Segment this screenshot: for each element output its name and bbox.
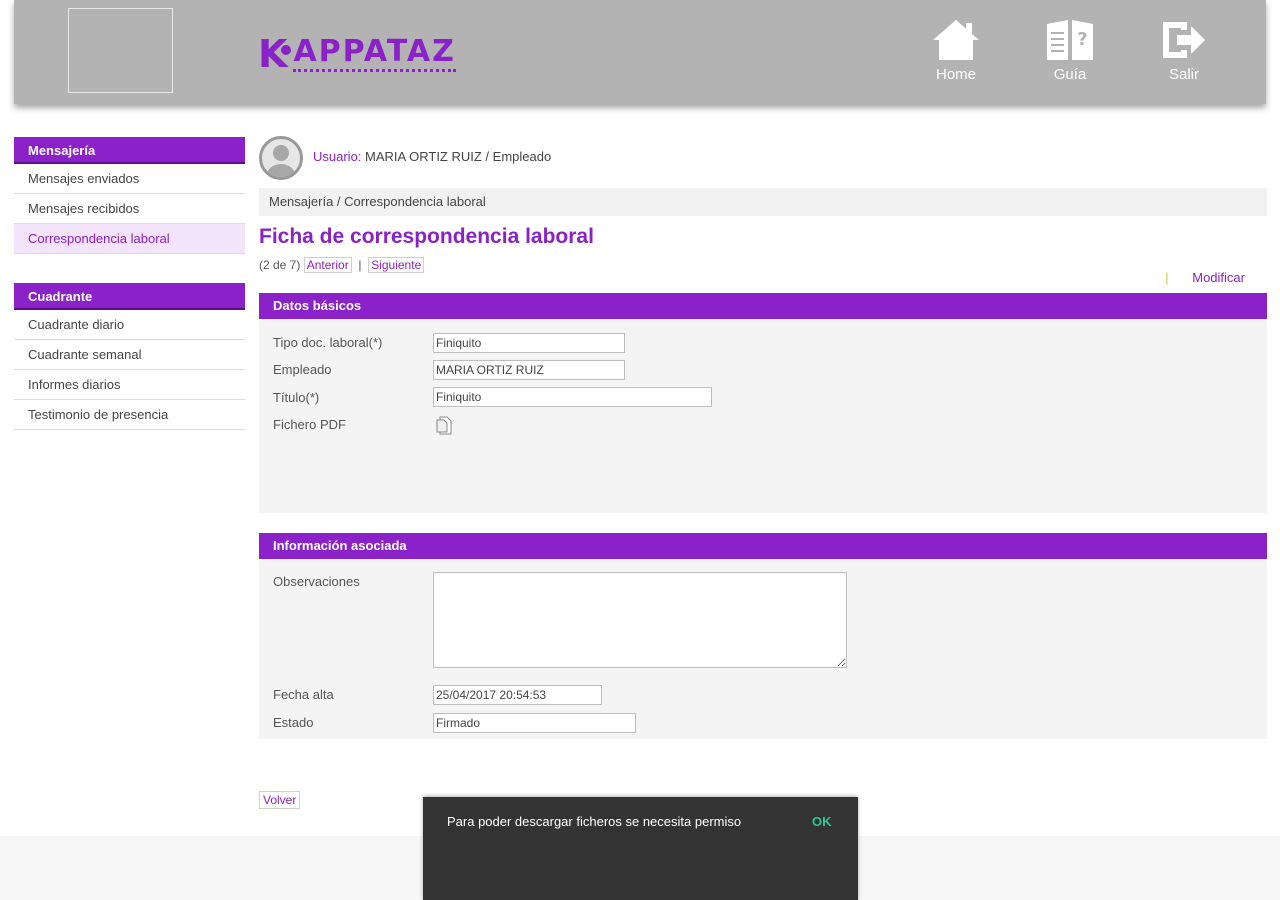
attachment-file-icon[interactable]: [435, 415, 453, 435]
sidebar-group-title: Mensajería: [14, 137, 245, 164]
pager-position: (2 de 7): [259, 258, 301, 272]
pager-separator: |: [358, 258, 362, 272]
sidebar-item-mensajes-recibidos[interactable]: Mensajes recibidos: [14, 194, 245, 224]
tipo-doc-label: Tipo doc. laboral(*): [273, 335, 383, 350]
sidebar-item-cuadrante-semanal[interactable]: Cuadrante semanal: [14, 340, 245, 370]
pager-next-link[interactable]: Siguiente: [368, 257, 425, 273]
modify-action: | Modificar: [1165, 270, 1245, 285]
section-info-body: Observaciones Fecha alta Estado: [259, 559, 1267, 739]
estado-field[interactable]: [433, 713, 636, 733]
fecha-alta-field[interactable]: [433, 685, 602, 705]
snackbar-ok-button[interactable]: OK: [812, 814, 832, 829]
permission-snackbar: Para poder descargar ficheros se necesit…: [423, 797, 858, 900]
nav-guide[interactable]: ? Guía: [1030, 18, 1110, 83]
empleado-label: Empleado: [273, 362, 332, 377]
user-row: Usuario: MARIA ORTIZ RUIZ / Empleado: [259, 130, 1267, 182]
snackbar-message: Para poder descargar ficheros se necesit…: [447, 814, 742, 829]
back-button[interactable]: Volver: [259, 791, 301, 809]
sidebar-item-testimonio-presencia[interactable]: Testimonio de presencia: [14, 400, 245, 430]
titulo-label: Título(*): [273, 390, 320, 405]
brand-dot: [281, 45, 292, 55]
nav-home[interactable]: Home: [916, 18, 996, 83]
sidebar-item-correspondencia-laboral[interactable]: Correspondencia laboral: [14, 224, 245, 254]
sidebar-item-informes-diarios[interactable]: Informes diarios: [14, 370, 245, 400]
brand-logo[interactable]: K APPATAZ: [258, 32, 456, 76]
brand-k: K: [258, 32, 287, 76]
section-basic-title: Datos básicos: [259, 293, 1267, 319]
fichero-pdf-label: Fichero PDF: [273, 417, 346, 432]
section-basic-body: Tipo doc. laboral(*) Empleado Título(*) …: [259, 319, 1267, 513]
divider: |: [1165, 270, 1169, 285]
user-label: Usuario:: [313, 149, 362, 164]
user-info: Usuario: MARIA ORTIZ RUIZ / Empleado: [313, 149, 551, 164]
modify-link[interactable]: Modificar: [1192, 270, 1245, 285]
main-content: Usuario: MARIA ORTIZ RUIZ / Empleado Men…: [259, 130, 1267, 739]
svg-text:?: ?: [1077, 29, 1087, 50]
sidebar-group-title: Cuadrante: [14, 283, 245, 310]
pager-prev-link[interactable]: Anterior: [303, 257, 352, 273]
logo-placeholder: [68, 8, 173, 93]
estado-label: Estado: [273, 715, 314, 730]
sidebar-item-cuadrante-diario[interactable]: Cuadrante diario: [14, 310, 245, 340]
observaciones-field[interactable]: [433, 572, 847, 668]
book-help-icon: ?: [1047, 20, 1093, 60]
empleado-field[interactable]: [433, 360, 625, 380]
tipo-doc-field[interactable]: [433, 333, 625, 353]
titulo-field[interactable]: [433, 387, 712, 407]
nav-guide-label: Guía: [1053, 66, 1087, 83]
section-info-title: Información asociada: [259, 533, 1267, 559]
breadcrumb: Mensajería / Correspondencia laboral: [259, 188, 1267, 216]
sidebar-item-mensajes-enviados[interactable]: Mensajes enviados: [14, 164, 245, 194]
home-icon: [933, 20, 979, 60]
brand-text: APPATAZ: [293, 36, 456, 72]
observaciones-label: Observaciones: [273, 574, 360, 589]
nav-exit-label: Salir: [1168, 66, 1199, 83]
sidebar-mensajeria: Mensajería Mensajes enviados Mensajes re…: [14, 137, 245, 254]
app-header: K APPATAZ Home ? Guía Salir: [14, 0, 1266, 104]
user-value: MARIA ORTIZ RUIZ / Empleado: [365, 149, 552, 164]
nav-home-label: Home: [935, 66, 976, 83]
nav-exit[interactable]: Salir: [1144, 18, 1224, 83]
page-title: Ficha de correspondencia laboral: [259, 225, 594, 248]
user-icon: [267, 145, 295, 177]
avatar: [259, 136, 303, 180]
sidebar-cuadrante: Cuadrante Cuadrante diario Cuadrante sem…: [14, 283, 245, 430]
fecha-alta-label: Fecha alta: [273, 687, 334, 702]
pager: (2 de 7) Anterior | Siguiente: [259, 257, 425, 273]
exit-icon: [1163, 22, 1205, 58]
